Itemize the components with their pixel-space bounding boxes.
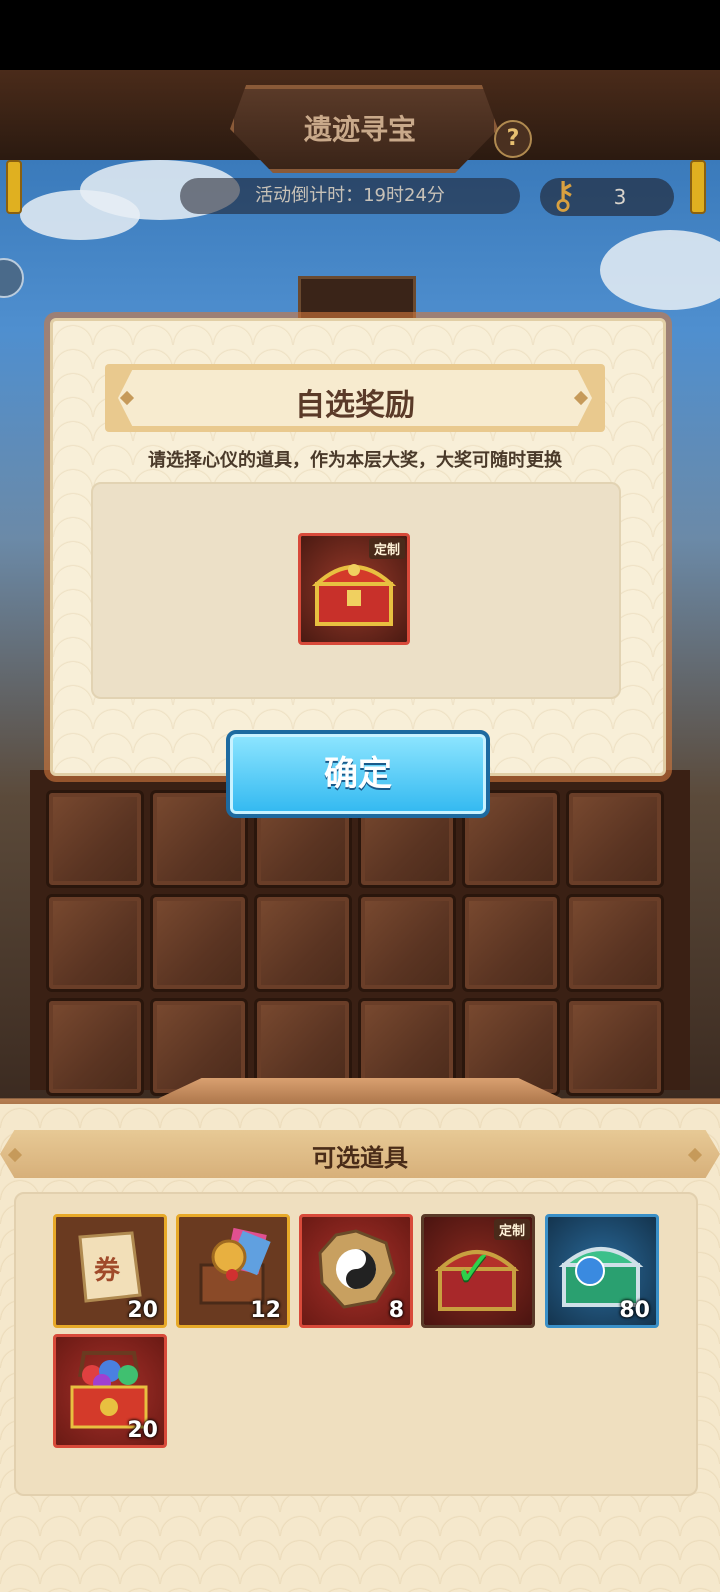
key-icon: ⚷ bbox=[549, 173, 577, 217]
item-quantity: 20 bbox=[127, 1298, 158, 1323]
board-tile[interactable] bbox=[150, 894, 248, 992]
yin-yang-bagua-icon bbox=[318, 1229, 396, 1309]
board-tile[interactable] bbox=[254, 894, 352, 992]
board-tile[interactable] bbox=[566, 998, 664, 1096]
item-slot-selected[interactable]: 定制 ✓ bbox=[421, 1214, 535, 1328]
board-tile[interactable] bbox=[46, 998, 144, 1096]
lantern-right-icon bbox=[690, 160, 706, 214]
golden-red-treasure-chest-icon bbox=[311, 564, 397, 626]
checkmark-icon: ✓ bbox=[454, 1241, 495, 1297]
section-title: 可选道具 bbox=[312, 1144, 408, 1172]
item-quantity: 20 bbox=[127, 1418, 158, 1443]
modal-title: 自选奖励 bbox=[295, 388, 415, 423]
item-slot[interactable]: 12 bbox=[176, 1214, 290, 1328]
lantern-left-icon bbox=[6, 160, 22, 214]
board-tile[interactable] bbox=[46, 790, 144, 888]
selected-reward-item[interactable]: 定制 bbox=[298, 533, 410, 645]
svg-text:券: 券 bbox=[94, 1256, 121, 1286]
board-tile[interactable] bbox=[358, 894, 456, 992]
custom-tag: 定制 bbox=[368, 538, 405, 559]
board-tile[interactable] bbox=[566, 894, 664, 992]
item-quantity: 12 bbox=[250, 1298, 281, 1323]
event-countdown: 活动倒计时：19时24分 bbox=[180, 178, 520, 214]
board-tile[interactable] bbox=[46, 894, 144, 992]
key-count: 3 bbox=[613, 185, 627, 209]
custom-tag: 定制 bbox=[493, 1219, 530, 1240]
page-title: 遗迹寻宝 bbox=[303, 113, 416, 146]
confirm-button[interactable]: 确定 bbox=[226, 730, 490, 818]
modal-description: 请选择心仪的道具，作为本层大奖，大奖可随时更换 bbox=[148, 450, 562, 471]
item-quantity: 80 bbox=[619, 1298, 650, 1323]
help-button[interactable]: ? bbox=[494, 120, 532, 158]
item-slot[interactable]: 80 bbox=[545, 1214, 659, 1328]
item-slot[interactable]: 8 bbox=[299, 1214, 413, 1328]
item-slot[interactable]: 券 20 bbox=[53, 1214, 167, 1328]
board-tile[interactable] bbox=[462, 894, 560, 992]
item-quantity: 8 bbox=[388, 1298, 404, 1323]
board-tile[interactable] bbox=[566, 790, 664, 888]
item-slot[interactable]: 20 bbox=[53, 1334, 167, 1448]
coupon-scroll-icon: 券 bbox=[78, 1231, 142, 1303]
